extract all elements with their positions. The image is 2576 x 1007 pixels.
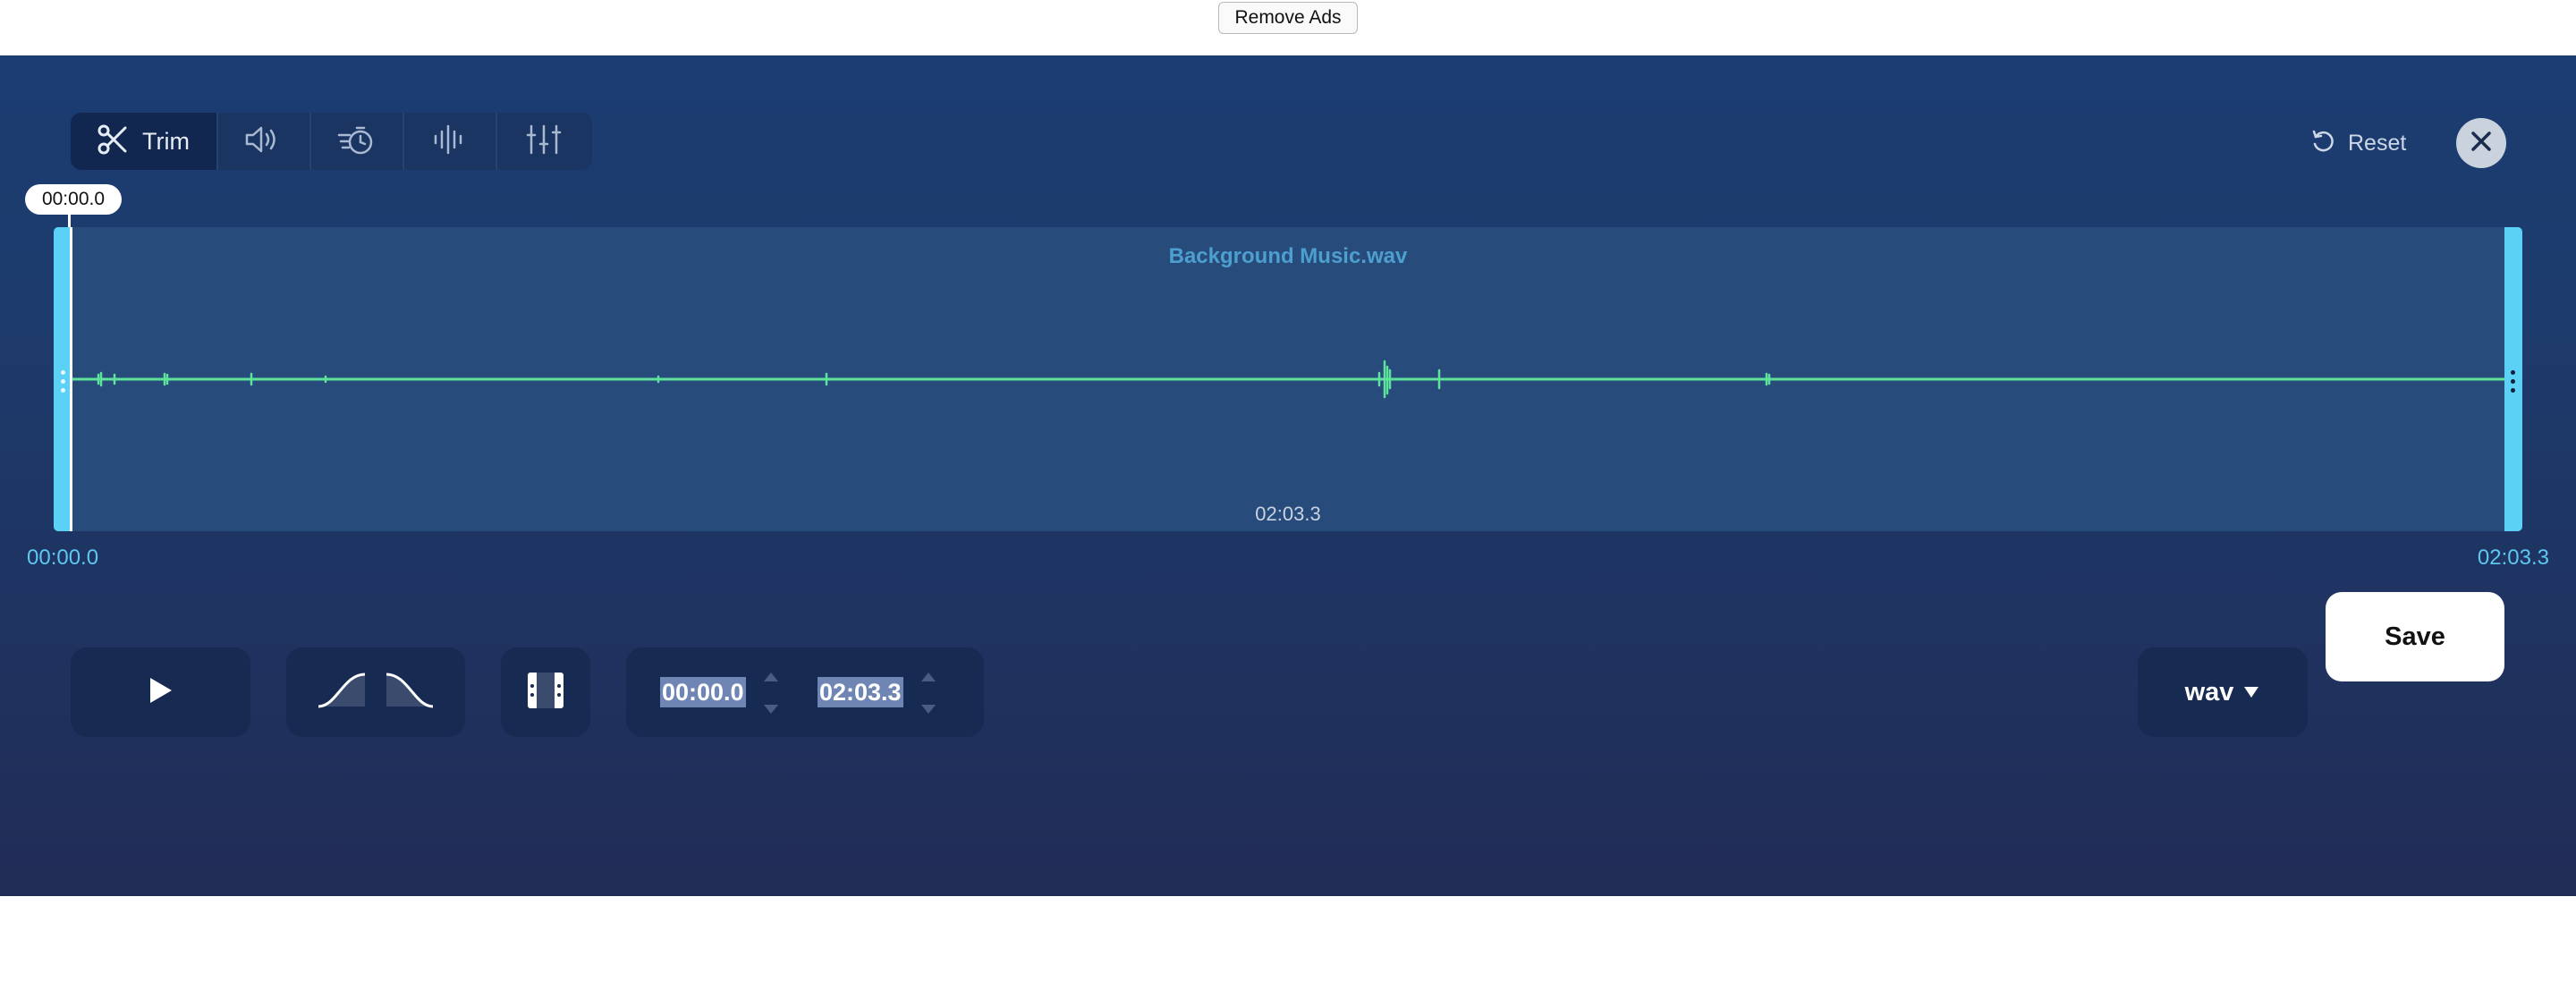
format-select[interactable]: wav: [2138, 647, 2308, 737]
reset-label: Reset: [2348, 130, 2407, 156]
fade-out-icon[interactable]: [385, 673, 435, 713]
playhead-time-tooltip: 00:00.0: [25, 184, 122, 215]
waveform-graphic: [72, 360, 2504, 399]
undo-icon: [2310, 129, 2335, 158]
grip-dot: [61, 388, 65, 393]
tab-speed[interactable]: [311, 113, 404, 170]
start-time-stepper[interactable]: [762, 669, 780, 717]
play-icon: [148, 676, 174, 709]
grip-dot: [2511, 379, 2515, 384]
volume-icon: [244, 124, 284, 159]
grip-dot: [2511, 388, 2515, 393]
remove-ads-button[interactable]: Remove Ads: [1218, 2, 1358, 34]
scissors-icon: [97, 124, 128, 159]
split-icon: [526, 671, 565, 715]
selection-duration: 02:03.3: [1255, 503, 1321, 525]
play-button[interactable]: [71, 647, 250, 737]
end-time-stepper[interactable]: [919, 669, 937, 717]
trim-handle-start[interactable]: [54, 227, 72, 531]
start-time-input[interactable]: 00:00.0: [660, 677, 746, 707]
top-bar: Remove Ads: [0, 0, 2576, 55]
caret-down-icon: [2242, 685, 2260, 704]
tab-equalizer[interactable]: [497, 113, 590, 170]
tab-waveform[interactable]: [404, 113, 497, 170]
speed-icon: [337, 123, 377, 161]
fade-controls: [286, 647, 465, 737]
playhead-line: [70, 227, 72, 531]
audio-editor: Trim Reset 00:00.0 Background Music.wav …: [0, 55, 2576, 896]
tab-volume[interactable]: [218, 113, 311, 170]
equalizer-icon: [526, 124, 562, 159]
close-button[interactable]: [2456, 118, 2506, 168]
trim-range-inputs: 00:00.0 02:03.3: [626, 647, 984, 737]
waveform-icon: [432, 124, 468, 159]
format-value: wav: [2184, 677, 2234, 707]
trim-handle-end[interactable]: [2504, 227, 2522, 531]
grip-dot: [61, 370, 65, 375]
grip-dot: [2511, 370, 2515, 375]
playhead-tooltip-tail: [68, 215, 71, 227]
close-icon: [2470, 131, 2492, 157]
split-button[interactable]: [501, 647, 590, 737]
tab-trim-label: Trim: [142, 127, 190, 155]
fade-in-icon[interactable]: [317, 673, 367, 713]
timeline-end-time: 02:03.3: [2477, 546, 2549, 570]
reset-button[interactable]: Reset: [2310, 125, 2406, 161]
save-button[interactable]: Save: [2326, 592, 2504, 681]
tool-tabs: Trim: [71, 113, 592, 170]
grip-dot: [61, 379, 65, 384]
timeline-start-time: 00:00.0: [27, 546, 99, 570]
file-name: Background Music.wav: [1168, 244, 1408, 268]
end-time-input[interactable]: 02:03.3: [818, 677, 903, 707]
tab-trim[interactable]: Trim: [71, 113, 218, 170]
